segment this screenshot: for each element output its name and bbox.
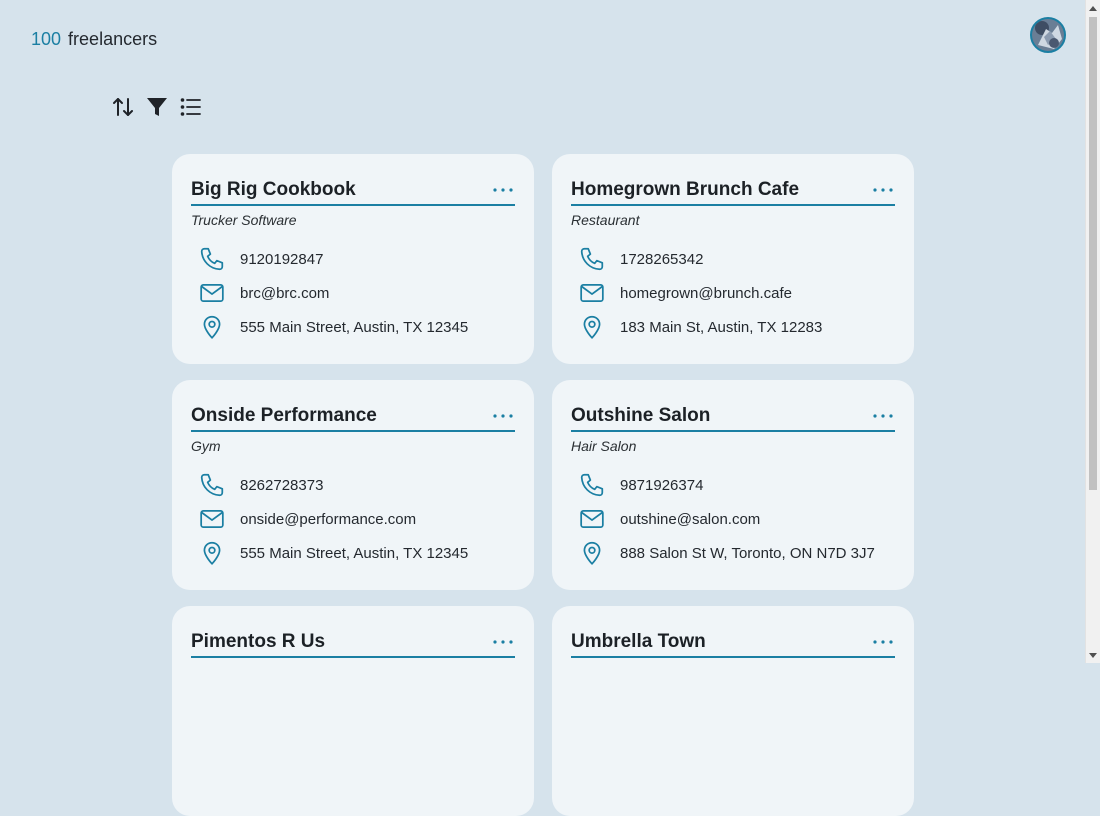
- phone-icon: [199, 472, 225, 498]
- card-header: Umbrella Town: [571, 628, 895, 658]
- email-row: onside@performance.com: [191, 502, 515, 536]
- toolbar: [110, 94, 212, 120]
- more-icon: [493, 413, 513, 418]
- phone-row: 8262728373: [191, 468, 515, 502]
- freelancer-card[interactable]: Outshine Salon Hair Salon 9871926374 out…: [552, 380, 914, 590]
- more-icon: [873, 413, 893, 418]
- card-header: Pimentos R Us: [191, 628, 515, 658]
- address-row: 183 Main St, Austin, TX 12283: [571, 310, 895, 344]
- card-title: Onside Performance: [191, 404, 377, 426]
- phone-icon: [579, 246, 605, 272]
- location-pin-icon: [579, 540, 605, 566]
- contact-details: 9871926374 outshine@salon.com 888 Salon …: [571, 468, 895, 570]
- freelancer-card[interactable]: Big Rig Cookbook Trucker Software 912019…: [172, 154, 534, 364]
- card-category: Trucker Software: [191, 212, 297, 228]
- address-row: 888 Salon St W, Toronto, ON N7D 3J7: [571, 536, 895, 570]
- email-row: outshine@salon.com: [571, 502, 895, 536]
- more-icon: [873, 639, 893, 644]
- email-address: brc@brc.com: [240, 284, 330, 302]
- contact-details: 1728265342 homegrown@brunch.cafe 183 Mai…: [571, 242, 895, 344]
- scrollbar-thumb[interactable]: [1089, 17, 1097, 490]
- card-header: Homegrown Brunch Cafe: [571, 176, 895, 206]
- card-header: Big Rig Cookbook: [191, 176, 515, 206]
- freelancer-count: 100 freelancers: [31, 28, 157, 50]
- card-category: Restaurant: [571, 212, 640, 228]
- count-label: freelancers: [68, 29, 158, 49]
- street-address: 555 Main Street, Austin, TX 12345: [240, 544, 469, 562]
- street-address: 183 Main St, Austin, TX 12283: [620, 318, 823, 336]
- phone-row: 1728265342: [571, 242, 895, 276]
- street-address: 888 Salon St W, Toronto, ON N7D 3J7: [620, 544, 875, 562]
- location-pin-icon: [199, 314, 225, 340]
- email-icon: [199, 506, 225, 532]
- email-address: homegrown@brunch.cafe: [620, 284, 792, 302]
- phone-number: 8262728373: [240, 476, 324, 494]
- phone-row: 9120192847: [191, 242, 515, 276]
- phone-number: 9120192847: [240, 250, 324, 268]
- phone-row: 9871926374: [571, 468, 895, 502]
- more-options-button[interactable]: [491, 632, 515, 652]
- more-options-button[interactable]: [871, 406, 895, 426]
- email-icon: [579, 280, 605, 306]
- phone-number: 9871926374: [620, 476, 704, 494]
- card-title: Big Rig Cookbook: [191, 178, 356, 200]
- freelancer-card[interactable]: Homegrown Brunch Cafe Restaurant 1728265…: [552, 154, 914, 364]
- phone-number: 1728265342: [620, 250, 704, 268]
- card-header: Outshine Salon: [571, 402, 895, 432]
- email-icon: [199, 280, 225, 306]
- location-pin-icon: [199, 540, 225, 566]
- freelancer-card[interactable]: Onside Performance Gym 8262728373 onside…: [172, 380, 534, 590]
- card-header: Onside Performance: [191, 402, 515, 432]
- address-row: 555 Main Street, Austin, TX 12345: [191, 310, 515, 344]
- email-row: brc@brc.com: [191, 276, 515, 310]
- contact-details: 8262728373 onside@performance.com 555 Ma…: [191, 468, 515, 570]
- card-category: Gym: [191, 438, 221, 454]
- card-title: Outshine Salon: [571, 404, 711, 426]
- location-pin-icon: [579, 314, 605, 340]
- more-icon: [873, 187, 893, 192]
- freelancer-card-grid: Big Rig Cookbook Trucker Software 912019…: [172, 154, 914, 816]
- card-title: Homegrown Brunch Cafe: [571, 178, 800, 200]
- email-row: homegrown@brunch.cafe: [571, 276, 895, 310]
- phone-icon: [579, 472, 605, 498]
- sort-icon[interactable]: [110, 94, 136, 120]
- address-row: 555 Main Street, Austin, TX 12345: [191, 536, 515, 570]
- more-icon: [493, 187, 513, 192]
- scroll-down-arrow-icon[interactable]: [1086, 648, 1100, 662]
- scroll-up-arrow-icon[interactable]: [1086, 1, 1100, 15]
- phone-icon: [199, 246, 225, 272]
- card-category: Hair Salon: [571, 438, 637, 454]
- street-address: 555 Main Street, Austin, TX 12345: [240, 318, 469, 336]
- email-address: onside@performance.com: [240, 510, 417, 528]
- contact-details: 9120192847 brc@brc.com 555 Main Street, …: [191, 242, 515, 344]
- more-options-button[interactable]: [871, 180, 895, 200]
- filter-icon[interactable]: [144, 94, 170, 120]
- more-options-button[interactable]: [871, 632, 895, 652]
- more-icon: [493, 639, 513, 644]
- count-number: 100: [31, 29, 62, 49]
- card-title: Pimentos R Us: [191, 630, 326, 652]
- freelancer-card[interactable]: Pimentos R Us: [172, 606, 534, 816]
- more-options-button[interactable]: [491, 180, 515, 200]
- vertical-scrollbar[interactable]: [1085, 0, 1100, 663]
- email-icon: [579, 506, 605, 532]
- list-view-icon[interactable]: [178, 94, 204, 120]
- more-options-button[interactable]: [491, 406, 515, 426]
- avatar[interactable]: [1030, 17, 1066, 53]
- freelancer-card[interactable]: Umbrella Town: [552, 606, 914, 816]
- email-address: outshine@salon.com: [620, 510, 761, 528]
- card-title: Umbrella Town: [571, 630, 706, 652]
